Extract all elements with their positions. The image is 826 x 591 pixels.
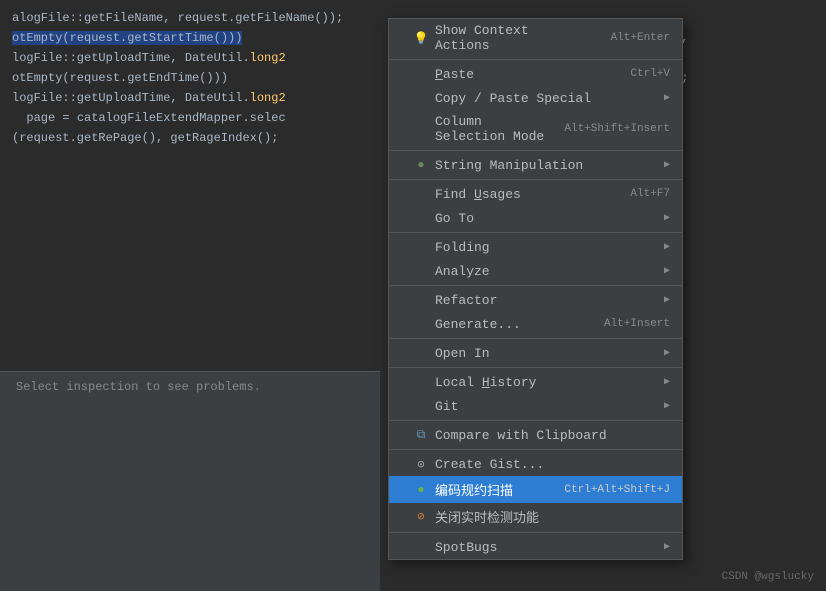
code-line-3: logFile::getUploadTime, DateUtil.long2	[12, 48, 368, 68]
folding-icon	[413, 239, 429, 255]
generate-icon	[413, 316, 429, 332]
create-gist-label: Create Gist...	[435, 457, 544, 472]
git-label: Git	[435, 399, 458, 414]
separator-9	[389, 449, 682, 450]
column-selection-shortcut: Alt+Shift+Insert	[564, 123, 670, 135]
menu-item-compare-clipboard[interactable]: ⧉ Compare with Clipboard	[389, 423, 682, 447]
code-line-2: otEmpty(request.getStartTime()))	[12, 28, 368, 48]
menu-item-create-gist[interactable]: ⊙ Create Gist...	[389, 452, 682, 476]
copy-paste-arrow: ▶	[664, 92, 670, 104]
open-in-label: Open In	[435, 346, 490, 361]
menu-item-go-to[interactable]: Go To ▶	[389, 206, 682, 230]
string-manipulation-label: String Manipulation	[435, 158, 583, 173]
menu-item-git[interactable]: Git ▶	[389, 394, 682, 418]
bulb-icon: 💡	[413, 30, 429, 46]
compare-clipboard-icon: ⧉	[413, 427, 429, 443]
separator-2	[389, 150, 682, 151]
close-realtime-icon: ⊘	[413, 509, 429, 525]
compare-clipboard-label: Compare with Clipboard	[435, 428, 607, 443]
analyze-label: Analyze	[435, 264, 490, 279]
code-scan-shortcut: Ctrl+Alt+Shift+J	[564, 484, 670, 496]
refactor-label: Refactor	[435, 293, 497, 308]
code-scan-label: 编码规约扫描	[435, 480, 513, 499]
code-editor-left: alogFile::getFileName, request.getFileNa…	[0, 0, 380, 180]
copy-paste-label: Copy / Paste Special	[435, 91, 591, 106]
menu-item-close-realtime[interactable]: ⊘ 关闭实时检测功能	[389, 503, 682, 530]
menu-item-show-context-actions[interactable]: 💡 Show Context Actions Alt+Enter	[389, 19, 682, 57]
show-context-actions-label: Show Context Actions	[435, 23, 591, 53]
local-history-label: Local History	[435, 375, 536, 390]
watermark: CSDN @wgslucky	[722, 571, 814, 583]
paste-icon	[413, 66, 429, 82]
bottom-panel: Select inspection to see problems.	[0, 371, 380, 591]
inspection-text: Select inspection to see problems.	[16, 380, 261, 394]
menu-item-find-usages[interactable]: Find Usages Alt+F7	[389, 182, 682, 206]
code-line-5: logFile::getUploadTime, DateUtil.long2	[12, 88, 368, 108]
show-context-actions-shortcut: Alt+Enter	[611, 32, 670, 44]
separator-6	[389, 338, 682, 339]
go-to-arrow: ▶	[664, 212, 670, 224]
git-icon	[413, 398, 429, 414]
open-in-arrow: ▶	[664, 347, 670, 359]
folding-label: Folding	[435, 240, 490, 255]
column-selection-label: Column Selection Mode	[435, 114, 544, 144]
refactor-icon	[413, 292, 429, 308]
analyze-arrow: ▶	[664, 265, 670, 277]
spotbugs-arrow: ▶	[664, 541, 670, 553]
paste-shortcut: Ctrl+V	[630, 68, 670, 80]
menu-item-analyze[interactable]: Analyze ▶	[389, 259, 682, 283]
copy-paste-icon	[413, 90, 429, 106]
menu-item-code-scan[interactable]: ● 编码规约扫描 Ctrl+Alt+Shift+J	[389, 476, 682, 503]
find-usages-shortcut: Alt+F7	[630, 188, 670, 200]
generate-shortcut: Alt+Insert	[604, 318, 670, 330]
code-scan-icon: ●	[413, 482, 429, 498]
code-line-4: otEmpty(request.getEndTime()))	[12, 68, 368, 88]
code-line-6: page = catalogFileExtendMapper.selec	[12, 108, 368, 128]
folding-arrow: ▶	[664, 241, 670, 253]
separator-3	[389, 179, 682, 180]
menu-item-open-in[interactable]: Open In ▶	[389, 341, 682, 365]
local-history-arrow: ▶	[664, 376, 670, 388]
code-line-7: (request.getRePage(), getRageIndex();	[12, 128, 368, 148]
menu-item-paste[interactable]: Paste Ctrl+V	[389, 62, 682, 86]
go-to-label: Go To	[435, 211, 474, 226]
menu-item-column-selection[interactable]: Column Selection Mode Alt+Shift+Insert	[389, 110, 682, 148]
spotbugs-label: SpotBugs	[435, 540, 497, 555]
code-line-1: alogFile::getFileName, request.getFileNa…	[12, 8, 368, 28]
column-selection-icon	[413, 121, 429, 137]
separator-4	[389, 232, 682, 233]
find-usages-label: Find Usages	[435, 187, 521, 202]
menu-item-local-history[interactable]: Local History ▶	[389, 370, 682, 394]
separator-7	[389, 367, 682, 368]
generate-label: Generate...	[435, 317, 521, 332]
open-in-icon	[413, 345, 429, 361]
context-menu: 💡 Show Context Actions Alt+Enter Paste C…	[388, 18, 683, 560]
menu-item-generate[interactable]: Generate... Alt+Insert	[389, 312, 682, 336]
analyze-icon	[413, 263, 429, 279]
menu-item-copy-paste-special[interactable]: Copy / Paste Special ▶	[389, 86, 682, 110]
string-manipulation-icon: ●	[413, 157, 429, 173]
go-to-icon	[413, 210, 429, 226]
paste-label: Paste	[435, 67, 474, 82]
local-history-icon	[413, 374, 429, 390]
menu-item-refactor[interactable]: Refactor ▶	[389, 288, 682, 312]
separator-5	[389, 285, 682, 286]
refactor-arrow: ▶	[664, 294, 670, 306]
menu-item-folding[interactable]: Folding ▶	[389, 235, 682, 259]
separator-1	[389, 59, 682, 60]
menu-item-string-manipulation[interactable]: ● String Manipulation ▶	[389, 153, 682, 177]
close-realtime-label: 关闭实时检测功能	[435, 507, 539, 526]
spotbugs-icon	[413, 539, 429, 555]
menu-item-spotbugs[interactable]: SpotBugs ▶	[389, 535, 682, 559]
find-usages-icon	[413, 186, 429, 202]
separator-10	[389, 532, 682, 533]
github-icon: ⊙	[413, 456, 429, 472]
git-arrow: ▶	[664, 400, 670, 412]
separator-8	[389, 420, 682, 421]
string-manipulation-arrow: ▶	[664, 159, 670, 171]
